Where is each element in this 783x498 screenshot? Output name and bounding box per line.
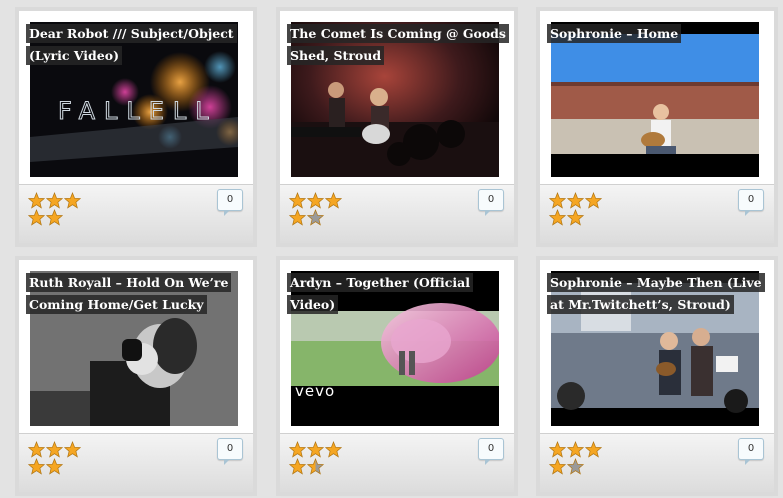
- star-rating[interactable]: [288, 441, 347, 475]
- video-card[interactable]: Sophronie – Maybe Then (Live at Mr.Twitc…: [540, 260, 774, 492]
- star-filled-icon[interactable]: [288, 209, 307, 226]
- card-footer: 0: [280, 433, 514, 492]
- video-title[interactable]: Ardyn – Together (Official Video): [287, 272, 508, 316]
- vevo-logo: vevo: [295, 382, 336, 400]
- video-card[interactable]: Sophronie – Home 0: [540, 11, 774, 243]
- card-footer: 0: [19, 184, 253, 243]
- star-filled-icon[interactable]: [27, 441, 46, 458]
- star-filled-icon[interactable]: [288, 192, 307, 209]
- star-filled-icon[interactable]: [566, 209, 585, 226]
- thumbnail-image: [551, 22, 759, 177]
- comment-count-icon[interactable]: 0: [478, 438, 504, 465]
- star-rating[interactable]: [548, 192, 607, 226]
- star-filled-icon[interactable]: [45, 458, 64, 475]
- video-title[interactable]: Ruth Royall – Hold On We’re Coming Home/…: [26, 272, 247, 316]
- star-filled-icon[interactable]: [306, 441, 325, 458]
- video-title[interactable]: The Comet Is Coming @ Goods Shed, Stroud: [287, 23, 509, 67]
- star-filled-icon[interactable]: [548, 209, 567, 226]
- card-footer: 0: [19, 433, 253, 492]
- star-filled-icon[interactable]: [45, 441, 64, 458]
- comment-count-icon[interactable]: 0: [738, 189, 764, 216]
- video-title[interactable]: Sophronie – Home: [547, 23, 768, 45]
- star-filled-icon[interactable]: [584, 441, 603, 458]
- video-card[interactable]: The Comet Is Coming @ Goods Shed, Stroud…: [280, 11, 514, 243]
- star-filled-icon[interactable]: [27, 209, 46, 226]
- card-footer: 0: [280, 184, 514, 243]
- video-card[interactable]: Ruth Royall – Hold On We’re Coming Home/…: [19, 260, 253, 492]
- star-filled-icon[interactable]: [45, 209, 64, 226]
- star-filled-icon[interactable]: [548, 192, 567, 209]
- video-thumbnail[interactable]: [551, 22, 759, 177]
- card-footer: 0: [540, 184, 774, 243]
- star-filled-icon[interactable]: [288, 458, 307, 475]
- star-filled-icon[interactable]: [548, 441, 567, 458]
- video-card[interactable]: vevo Ardyn – Together (Official Video) 0: [280, 260, 514, 492]
- star-rating[interactable]: [548, 441, 607, 475]
- star-filled-icon[interactable]: [63, 192, 82, 209]
- star-empty-icon[interactable]: [566, 458, 585, 475]
- star-filled-icon[interactable]: [566, 192, 585, 209]
- card-footer: 0: [540, 433, 774, 492]
- star-filled-icon[interactable]: [584, 192, 603, 209]
- star-filled-icon[interactable]: [288, 441, 307, 458]
- star-filled-icon[interactable]: [306, 458, 325, 475]
- star-rating[interactable]: [27, 192, 86, 226]
- comment-count-icon[interactable]: 0: [738, 438, 764, 465]
- star-filled-icon[interactable]: [324, 441, 343, 458]
- star-rating[interactable]: [288, 192, 347, 226]
- thumbnail-text: FALLELL: [58, 97, 218, 125]
- star-filled-icon[interactable]: [566, 441, 585, 458]
- star-filled-icon[interactable]: [27, 458, 46, 475]
- video-title[interactable]: Sophronie – Maybe Then (Live at Mr.Twitc…: [547, 272, 768, 316]
- comment-count-icon[interactable]: 0: [217, 438, 243, 465]
- comment-count-icon[interactable]: 0: [217, 189, 243, 216]
- video-title[interactable]: Dear Robot /// Subject/Object (Lyric Vid…: [26, 23, 247, 67]
- star-filled-icon[interactable]: [548, 458, 567, 475]
- star-filled-icon[interactable]: [324, 192, 343, 209]
- star-filled-icon[interactable]: [45, 192, 64, 209]
- comment-count-icon[interactable]: 0: [478, 189, 504, 216]
- star-empty-icon[interactable]: [306, 209, 325, 226]
- star-rating[interactable]: [27, 441, 86, 475]
- star-filled-icon[interactable]: [306, 192, 325, 209]
- video-card[interactable]: FALLELL Dear Robot /// Subject/Object (L…: [19, 11, 253, 243]
- star-filled-icon[interactable]: [63, 441, 82, 458]
- star-filled-icon[interactable]: [27, 192, 46, 209]
